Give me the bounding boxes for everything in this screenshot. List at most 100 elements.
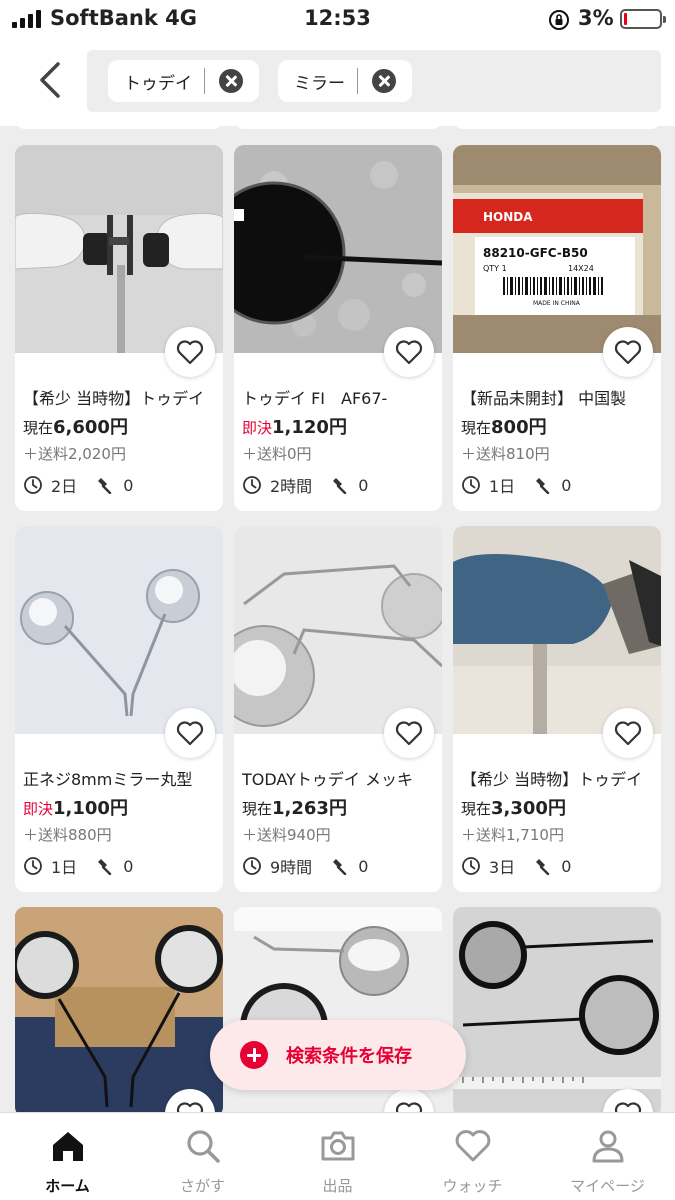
watch-heart-button[interactable] — [165, 708, 215, 758]
search-conditions-box[interactable]: トゥデイ ミラー — [87, 50, 661, 112]
time-left: 2時間 — [270, 477, 313, 496]
search-chip-today[interactable]: トゥデイ — [108, 60, 259, 102]
bid-count: 0 — [561, 475, 572, 495]
time-left: 1日 — [51, 858, 78, 877]
item-shipping: ＋送料2,020円 — [23, 445, 126, 463]
clock-icon — [24, 476, 42, 494]
item-price: 即決1,100円 — [23, 798, 128, 819]
save-search-button[interactable]: 検索条件を保存 — [210, 1020, 466, 1090]
heart-icon — [614, 721, 642, 746]
item-card[interactable]: TODAYトゥデイ メッキ 現在1,263円 ＋送料940円 9時間 0 — [234, 526, 442, 892]
tab-label: マイページ — [570, 1177, 645, 1195]
item-card[interactable]: HONDA 88210-GFC-B50 QTY 1 14X24 MADE IN … — [453, 145, 661, 511]
save-search-label: 検索条件を保存 — [286, 1046, 412, 1067]
auction-hammer-icon — [536, 478, 550, 494]
item-price: 即決1,120円 — [242, 417, 347, 438]
back-arrow-icon[interactable] — [30, 58, 70, 102]
time-left: 3日 — [489, 858, 516, 877]
item-card[interactable] — [453, 907, 661, 1117]
item-title: TODAYトゥデイ メッキ — [242, 770, 413, 789]
item-title: 【希少 当時物】トゥデイ — [461, 770, 643, 789]
item-title: 正ネジ8mmミラー丸型 — [23, 770, 193, 789]
clock-icon — [462, 857, 480, 875]
clock-icon — [462, 476, 480, 494]
item-meta: 1日 0 — [23, 854, 133, 878]
tab-home[interactable]: ホーム — [0, 1113, 135, 1200]
heart-icon — [395, 721, 423, 746]
item-price: 現在800円 — [461, 417, 547, 438]
product-image[interactable] — [453, 526, 661, 734]
product-image[interactable] — [15, 907, 223, 1115]
watch-heart-button[interactable] — [384, 708, 434, 758]
bid-count: 0 — [358, 475, 369, 495]
product-image[interactable] — [234, 526, 442, 734]
item-shipping: ＋送料940円 — [242, 826, 331, 844]
product-image[interactable] — [15, 526, 223, 734]
item-card[interactable]: トゥデイ FI AF67- 即決1,120円 ＋送料0円 2時間 0 — [234, 145, 442, 511]
product-image[interactable] — [453, 907, 661, 1115]
bid-count: 0 — [561, 856, 572, 876]
item-shipping: ＋送料880円 — [23, 826, 112, 844]
heart-icon — [176, 340, 204, 365]
chip-label: ミラー — [294, 73, 345, 94]
person-icon — [592, 1130, 624, 1163]
clock: 12:53 — [304, 6, 371, 30]
product-image[interactable] — [234, 145, 442, 353]
item-price: 現在6,600円 — [23, 417, 128, 438]
tab-search[interactable]: さがす — [135, 1113, 270, 1200]
auction-hammer-icon — [536, 859, 550, 875]
tab-watch[interactable]: ウォッチ — [405, 1113, 540, 1200]
item-price: 現在3,300円 — [461, 798, 566, 819]
item-shipping: ＋送料810円 — [461, 445, 550, 463]
clock-icon — [243, 476, 261, 494]
item-card[interactable]: 正ネジ8mmミラー丸型 即決1,100円 ＋送料880円 1日 0 — [15, 526, 223, 892]
item-card[interactable]: 【希少 当時物】トゥデイ 現在6,600円 ＋送料2,020円 2日 0 — [15, 145, 223, 511]
status-bar: SoftBank 4G 12:53 3% — [0, 0, 675, 40]
watch-heart-button[interactable] — [603, 327, 653, 377]
item-shipping: ＋送料1,710円 — [461, 826, 564, 844]
origin-text: MADE IN CHINA — [533, 300, 581, 307]
item-meta: 2日 0 — [23, 473, 133, 497]
product-image[interactable] — [15, 145, 223, 353]
clock-icon — [243, 857, 261, 875]
bottom-tab-bar: ホーム さがす 出品 ウォッチ マイページ — [0, 1112, 675, 1200]
item-title: 【希少 当時物】トゥデイ — [23, 389, 205, 408]
auction-hammer-icon — [98, 859, 112, 875]
tab-sell[interactable]: 出品 — [270, 1113, 405, 1200]
clock-icon — [24, 857, 42, 875]
item-meta: 9時間 0 — [242, 854, 368, 878]
chip-divider — [357, 68, 358, 94]
watch-heart-button[interactable] — [165, 327, 215, 377]
product-image[interactable]: HONDA 88210-GFC-B50 QTY 1 14X24 MADE IN … — [453, 145, 661, 353]
item-price: 現在1,263円 — [242, 798, 347, 819]
remove-chip-icon[interactable] — [219, 69, 243, 93]
item-meta: 2時間 0 — [242, 473, 368, 497]
chip-divider — [204, 68, 205, 94]
item-card[interactable] — [15, 907, 223, 1117]
search-chip-mirror[interactable]: ミラー — [278, 60, 412, 102]
watch-heart-button[interactable] — [603, 708, 653, 758]
remove-chip-icon[interactable] — [372, 69, 396, 93]
item-title: 【新品未開封】 中国製 — [461, 389, 627, 408]
search-icon — [187, 1130, 220, 1163]
honda-logo-text: HONDA — [483, 210, 533, 224]
tab-label: ホーム — [45, 1177, 90, 1195]
heart-icon — [614, 340, 642, 365]
heart-icon — [455, 1130, 491, 1162]
tab-label: 出品 — [322, 1177, 353, 1195]
item-meta: 3日 0 — [461, 854, 571, 878]
bid-count: 0 — [123, 475, 134, 495]
tab-mypage[interactable]: マイページ — [540, 1113, 675, 1200]
card-peek — [15, 117, 223, 129]
time-left: 1日 — [489, 477, 516, 496]
search-header: トゥデイ ミラー — [0, 40, 675, 126]
auction-hammer-icon — [333, 478, 347, 494]
tab-label: さがす — [179, 1177, 225, 1195]
bid-count: 0 — [358, 856, 369, 876]
item-card[interactable]: 【希少 当時物】トゥデイ 現在3,300円 ＋送料1,710円 3日 0 — [453, 526, 661, 892]
rotation-lock-icon — [549, 10, 569, 30]
item-shipping: ＋送料0円 — [242, 445, 312, 463]
battery-icon — [620, 9, 666, 29]
battery-percent: 3% — [578, 6, 614, 30]
watch-heart-button[interactable] — [384, 327, 434, 377]
